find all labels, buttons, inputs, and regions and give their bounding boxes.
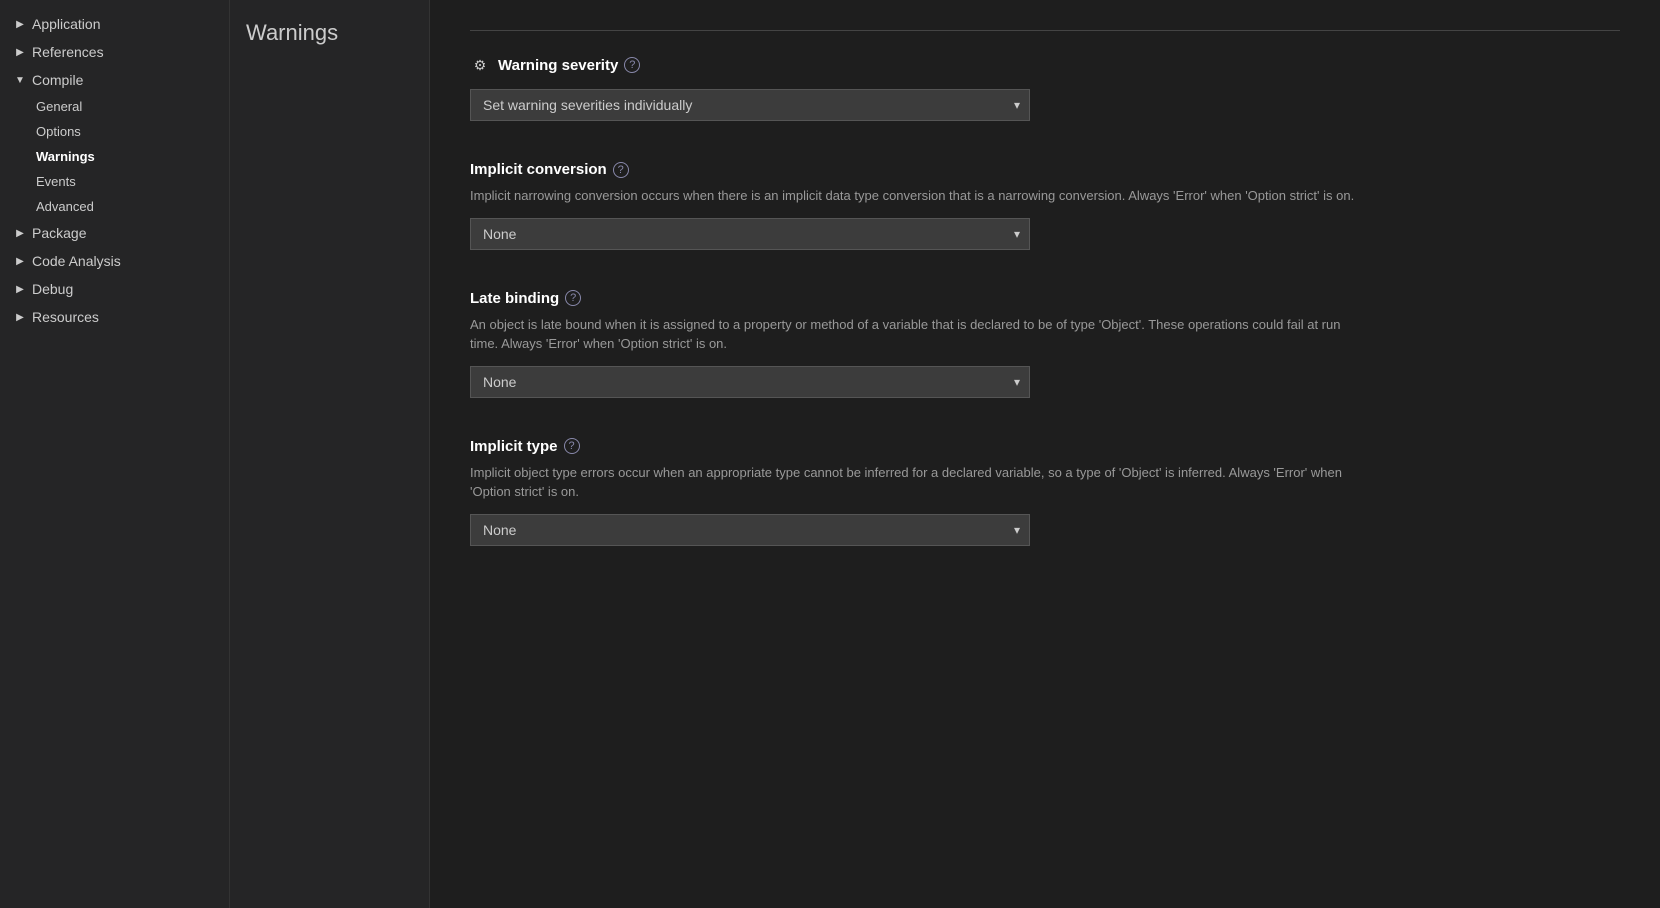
sidebar-item-code-analysis[interactable]: ▶ Code Analysis [0, 247, 229, 275]
implicit-conversion-dropdown[interactable]: None Warning Error [470, 218, 1030, 250]
sidebar-label-package: Package [32, 225, 86, 241]
sidebar-item-compile[interactable]: ▼ Compile [0, 66, 229, 94]
sidebar-label-application: Application [32, 16, 101, 32]
sidebar-child-options[interactable]: Options [0, 119, 229, 144]
implicit-type-title: Implicit type [470, 438, 558, 455]
sidebar-child-advanced[interactable]: Advanced [0, 194, 229, 219]
main-content: ⚙ Warning severity ? Set warning severit… [430, 0, 1660, 908]
sidebar-item-package[interactable]: ▶ Package [0, 219, 229, 247]
late-binding-title: Late binding [470, 290, 559, 307]
middle-panel: Warnings [230, 0, 430, 908]
top-divider [470, 30, 1620, 31]
implicit-type-header: Implicit type ? [470, 438, 1620, 455]
implicit-type-dropdown-wrapper: None Warning Error ▾ [470, 514, 1030, 546]
help-icon-implicit-type[interactable]: ? [564, 438, 580, 454]
section-implicit-type: Implicit type ? Implicit object type err… [470, 438, 1620, 546]
implicit-conversion-title: Implicit conversion [470, 161, 607, 178]
chevron-right-icon: ▶ [12, 225, 28, 241]
warning-severity-dropdown[interactable]: Set warning severities individually None… [470, 89, 1030, 121]
late-binding-dropdown[interactable]: None Warning Error [470, 366, 1030, 398]
section-late-binding: Late binding ? An object is late bound w… [470, 290, 1620, 398]
sidebar-item-debug[interactable]: ▶ Debug [0, 275, 229, 303]
late-binding-dropdown-wrapper: None Warning Error ▾ [470, 366, 1030, 398]
implicit-conversion-dropdown-wrapper: None Warning Error ▾ [470, 218, 1030, 250]
section-warning-severity: ⚙ Warning severity ? Set warning severit… [470, 55, 1620, 121]
implicit-conversion-header: Implicit conversion ? [470, 161, 1620, 178]
implicit-type-dropdown[interactable]: None Warning Error [470, 514, 1030, 546]
chevron-right-icon: ▶ [12, 44, 28, 60]
sidebar-label-general: General [36, 99, 82, 114]
sidebar-label-references: References [32, 44, 104, 60]
sidebar-label-advanced: Advanced [36, 199, 94, 214]
warning-severity-title: Warning severity [498, 57, 618, 74]
late-binding-desc: An object is late bound when it is assig… [470, 315, 1370, 354]
sidebar-label-resources: Resources [32, 309, 99, 325]
help-icon-late-binding[interactable]: ? [565, 290, 581, 306]
sidebar-label-warnings: Warnings [36, 149, 95, 164]
chevron-right-icon: ▶ [12, 253, 28, 269]
chevron-right-icon: ▶ [12, 16, 28, 32]
late-binding-header: Late binding ? [470, 290, 1620, 307]
sidebar-label-events: Events [36, 174, 76, 189]
gear-icon: ⚙ [470, 55, 490, 75]
sidebar-item-resources[interactable]: ▶ Resources [0, 303, 229, 331]
sidebar-label-code-analysis: Code Analysis [32, 253, 121, 269]
sidebar-child-general[interactable]: General [0, 94, 229, 119]
sidebar-item-application[interactable]: ▶ Application [0, 10, 229, 38]
sidebar: ▶ Application ▶ References ▼ Compile Gen… [0, 0, 230, 908]
sidebar-label-debug: Debug [32, 281, 73, 297]
sidebar-child-events[interactable]: Events [0, 169, 229, 194]
sidebar-label-options: Options [36, 124, 81, 139]
implicit-conversion-desc: Implicit narrowing conversion occurs whe… [470, 186, 1370, 206]
sidebar-child-warnings[interactable]: Warnings [0, 144, 229, 169]
sidebar-item-references[interactable]: ▶ References [0, 38, 229, 66]
chevron-right-icon: ▶ [12, 309, 28, 325]
implicit-type-desc: Implicit object type errors occur when a… [470, 463, 1370, 502]
section-implicit-conversion: Implicit conversion ? Implicit narrowing… [470, 161, 1620, 250]
chevron-right-icon: ▶ [12, 281, 28, 297]
warning-severity-dropdown-wrapper: Set warning severities individually None… [470, 89, 1030, 121]
page-title: Warnings [246, 20, 413, 46]
chevron-down-icon: ▼ [12, 72, 28, 88]
help-icon-warning-severity[interactable]: ? [624, 57, 640, 73]
help-icon-implicit-conversion[interactable]: ? [613, 162, 629, 178]
sidebar-label-compile: Compile [32, 72, 83, 88]
